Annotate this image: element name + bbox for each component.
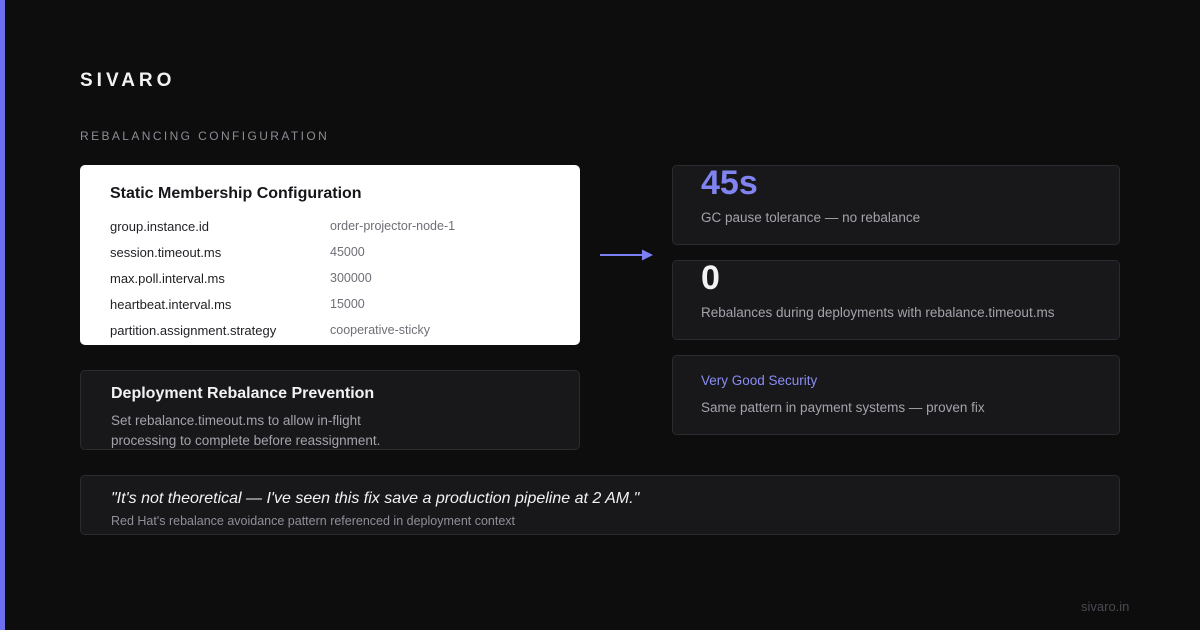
config-key: partition.assignment.strategy (110, 322, 277, 338)
stat-value: 45s (701, 165, 758, 202)
config-row: session.timeout.ms 45000 (110, 239, 550, 265)
config-key: group.instance.id (110, 218, 210, 234)
accent-bar (0, 0, 5, 630)
stat-value: 0 (701, 260, 720, 297)
footer-url: sivaro.in (1081, 599, 1130, 614)
quote-card: "It's not theoretical — I've seen this f… (80, 475, 1120, 535)
stat-description: Same pattern in payment systems — proven… (701, 400, 985, 415)
prevention-card: Deployment Rebalance Prevention Set reba… (80, 370, 580, 450)
config-key: heartbeat.interval.ms (110, 296, 232, 312)
stat-title: Very Good Security (701, 373, 818, 388)
config-value: 45000 (330, 245, 365, 259)
stat-card-rebalances: 0 Rebalances during deployments with reb… (672, 260, 1120, 340)
config-row: max.poll.interval.ms 300000 (110, 265, 550, 291)
arrow-right-icon (600, 249, 653, 261)
config-key: max.poll.interval.ms (110, 270, 225, 286)
quote-text: "It's not theoretical — I've seen this f… (111, 490, 640, 507)
stat-card-security: Very Good Security Same pattern in payme… (672, 355, 1120, 435)
brand-logo: SIVARO (80, 70, 176, 91)
stat-description: Rebalances during deployments with rebal… (701, 305, 1055, 320)
stat-description: GC pause tolerance — no rebalance (701, 210, 921, 225)
quote-source: Red Hat's rebalance avoidance pattern re… (111, 514, 516, 528)
config-row: heartbeat.interval.ms 15000 (110, 291, 550, 317)
prevention-body: Set rebalance.timeout.ms to allow in-fli… (111, 413, 381, 448)
config-row: group.instance.id order-projector-node-1 (110, 213, 550, 239)
config-value: cooperative-sticky (330, 323, 431, 337)
config-key: session.timeout.ms (110, 244, 222, 260)
config-value: 300000 (330, 271, 372, 285)
config-title: Static Membership Configuration (110, 185, 362, 202)
config-value: 15000 (330, 297, 365, 311)
config-row: partition.assignment.strategy cooperativ… (110, 317, 550, 343)
config-value: order-projector-node-1 (330, 219, 456, 233)
stat-card-gc-pause: 45s GC pause tolerance — no rebalance (672, 165, 1120, 245)
config-card: Static Membership Configuration group.in… (80, 165, 580, 345)
prevention-title: Deployment Rebalance Prevention (111, 385, 375, 402)
section-label: REBALANCING CONFIGURATION (80, 129, 330, 143)
